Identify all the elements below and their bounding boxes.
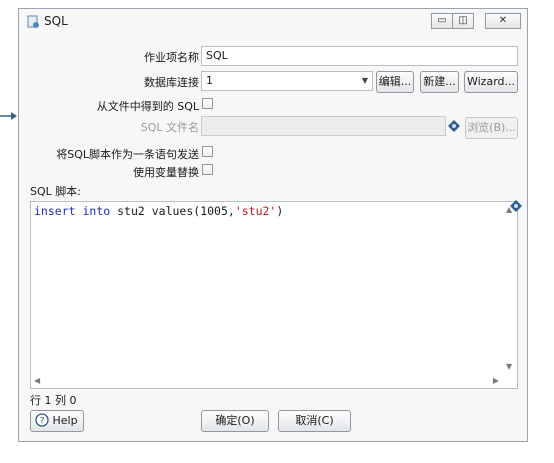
variable-diamond-icon bbox=[510, 200, 522, 212]
minimize-button[interactable]: ▭ bbox=[431, 13, 453, 29]
svg-text:?: ? bbox=[40, 417, 45, 427]
sql-from-file-checkbox[interactable] bbox=[202, 98, 213, 109]
dropdown-arrow-icon[interactable]: ▼ bbox=[362, 72, 368, 90]
code-close-paren: ) bbox=[276, 204, 284, 218]
scroll-down-icon[interactable]: ▼ bbox=[506, 362, 512, 371]
cursor-position: 行 1 列 0 bbox=[30, 394, 77, 407]
window-title: SQL bbox=[44, 14, 68, 28]
new-connection-button[interactable]: 新建... bbox=[420, 71, 459, 93]
sql-step-icon bbox=[27, 15, 39, 28]
step-name-input[interactable]: SQL bbox=[201, 46, 518, 66]
cancel-button[interactable]: 取消(C) bbox=[278, 410, 351, 432]
arrow-right-icon bbox=[0, 112, 17, 120]
code-keyword-insert: insert bbox=[34, 204, 76, 218]
wizard-button[interactable]: Wizard... bbox=[464, 71, 518, 93]
send-single-statement-checkbox[interactable] bbox=[202, 146, 213, 157]
sql-script-label: SQL 脚本: bbox=[30, 185, 81, 198]
connection-select[interactable]: 1 ▼ bbox=[201, 71, 373, 91]
connection-label: 数据库连接 bbox=[144, 76, 199, 89]
restore-icon: ◫ bbox=[458, 15, 468, 26]
ok-button[interactable]: 确定(O) bbox=[201, 410, 269, 432]
vertical-scrollbar[interactable]: ▲ ▼ bbox=[503, 202, 517, 374]
sql-filename-label: SQL 文件名 bbox=[140, 121, 199, 134]
send-single-statement-label: 将SQL脚本作为一条语句发送 bbox=[56, 148, 199, 161]
close-icon: ✕ bbox=[498, 15, 508, 26]
sql-code: insert into stu2 values(1005,'stu2') bbox=[34, 204, 283, 218]
connection-value: 1 bbox=[206, 74, 213, 87]
scroll-left-icon[interactable]: ◀ bbox=[34, 376, 40, 385]
sql-editor[interactable]: insert into stu2 values(1005,'stu2') ▲ ▼… bbox=[30, 201, 518, 389]
close-button[interactable]: ✕ bbox=[485, 13, 521, 29]
scroll-right-icon[interactable]: ▶ bbox=[493, 376, 499, 385]
sql-from-file-label: 从文件中得到的 SQL bbox=[96, 100, 199, 113]
browse-button[interactable]: 浏览(B)... bbox=[465, 117, 518, 139]
minimize-icon: ▭ bbox=[437, 15, 447, 26]
sql-dialog: SQL ▭ ◫ ✕ 作业项名称 SQL 数据库连接 1 ▼ 编辑... 新建..… bbox=[18, 8, 528, 442]
variable-substitution-checkbox[interactable] bbox=[202, 164, 213, 175]
code-keyword-into: into bbox=[82, 204, 111, 218]
help-circle-icon: ? bbox=[35, 413, 49, 427]
edit-connection-button[interactable]: 编辑... bbox=[376, 71, 414, 93]
help-button[interactable]: ? Help bbox=[30, 410, 84, 432]
help-button-label: Help bbox=[52, 414, 78, 427]
code-string: 'stu2' bbox=[234, 204, 277, 218]
sql-filename-input[interactable] bbox=[201, 116, 446, 136]
restore-button[interactable]: ◫ bbox=[452, 13, 474, 29]
horizontal-scrollbar[interactable]: ◀ ▶ bbox=[31, 374, 503, 388]
title-bar: SQL ▭ ◫ ✕ bbox=[19, 9, 527, 35]
variable-substitution-label: 使用变量替换 bbox=[133, 166, 199, 179]
code-text: stu2 values(1005, bbox=[110, 204, 235, 218]
variable-diamond-icon bbox=[448, 120, 460, 132]
step-name-label: 作业项名称 bbox=[144, 51, 199, 64]
